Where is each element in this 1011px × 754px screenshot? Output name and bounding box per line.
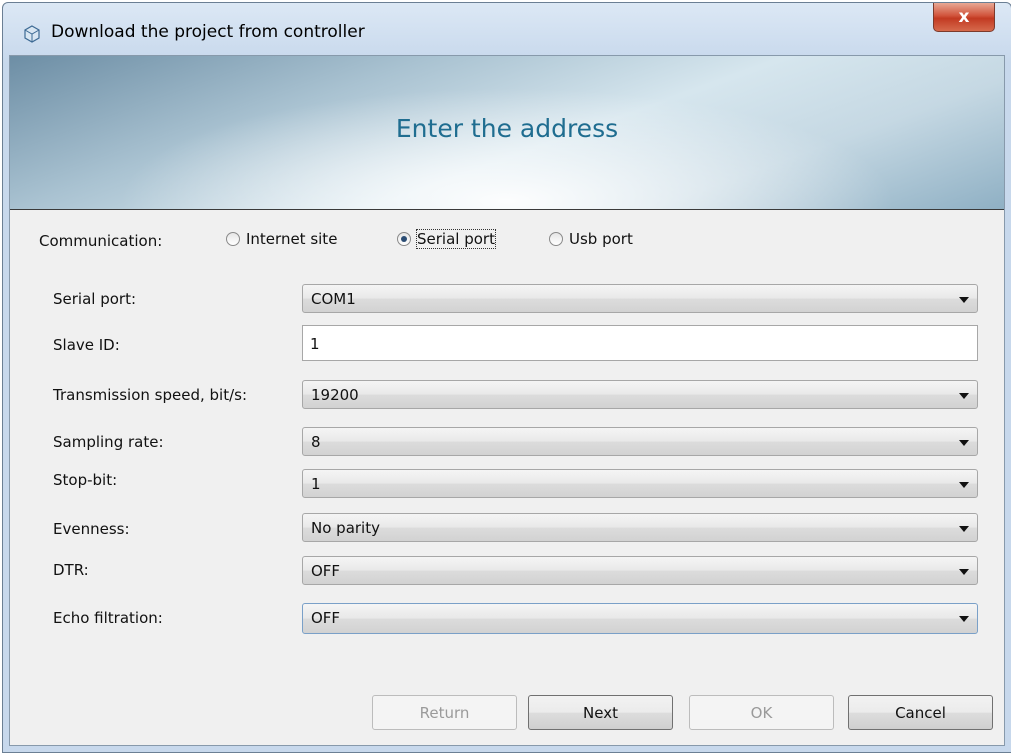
sampling-rate-select[interactable]: 8 bbox=[302, 427, 978, 456]
radio-usb-port[interactable]: Usb port bbox=[549, 230, 633, 248]
chevron-down-icon bbox=[959, 440, 969, 446]
dtr-value: OFF bbox=[311, 562, 341, 580]
radio-usb-port-label: Usb port bbox=[569, 230, 633, 248]
chevron-down-icon bbox=[959, 393, 969, 399]
evenness-label: Evenness: bbox=[53, 520, 130, 538]
next-button[interactable]: Next bbox=[528, 695, 673, 730]
ok-button[interactable]: OK bbox=[689, 695, 834, 730]
echo-filtration-label: Echo filtration: bbox=[53, 609, 163, 627]
dialog-content: Enter the address Communication: Interne… bbox=[9, 55, 1005, 746]
echo-filtration-value: OFF bbox=[311, 609, 341, 627]
evenness-value: No parity bbox=[311, 519, 380, 537]
title-bar[interactable]: Download the project from controller x bbox=[3, 3, 1011, 55]
header-banner: Enter the address bbox=[10, 56, 1004, 210]
dtr-label: DTR: bbox=[53, 561, 89, 579]
slave-id-value: 1 bbox=[310, 335, 320, 353]
radio-serial-port-label: Serial port bbox=[416, 229, 496, 249]
evenness-select[interactable]: No parity bbox=[302, 513, 978, 542]
slave-id-label: Slave ID: bbox=[53, 336, 120, 354]
dtr-select[interactable]: OFF bbox=[302, 556, 978, 585]
chevron-down-icon bbox=[959, 482, 969, 488]
radio-internet-site[interactable]: Internet site bbox=[226, 230, 337, 248]
chevron-down-icon bbox=[959, 526, 969, 532]
stop-bit-value: 1 bbox=[311, 475, 321, 493]
serial-port-value: COM1 bbox=[311, 290, 356, 308]
return-button[interactable]: Return bbox=[372, 695, 517, 730]
transmission-speed-label: Transmission speed, bit/s: bbox=[53, 386, 248, 404]
transmission-speed-select[interactable]: 19200 bbox=[302, 380, 978, 409]
sampling-rate-label: Sampling rate: bbox=[53, 433, 164, 451]
slave-id-input[interactable]: 1 bbox=[302, 325, 978, 361]
communication-row: Communication: Internet site Serial port… bbox=[10, 229, 1004, 256]
window-title: Download the project from controller bbox=[51, 22, 365, 42]
communication-label: Communication: bbox=[39, 232, 163, 250]
app-cube-icon bbox=[24, 25, 40, 43]
dialog-window: Download the project from controller x E… bbox=[2, 2, 1011, 753]
radio-internet-site-indicator[interactable] bbox=[226, 232, 240, 246]
close-button[interactable]: x bbox=[933, 3, 995, 32]
serial-port-select[interactable]: COM1 bbox=[302, 284, 978, 313]
radio-serial-port-indicator[interactable] bbox=[397, 232, 411, 246]
stop-bit-select[interactable]: 1 bbox=[302, 469, 978, 498]
chevron-down-icon bbox=[959, 297, 969, 303]
chevron-down-icon bbox=[959, 616, 969, 622]
radio-usb-port-indicator[interactable] bbox=[549, 232, 563, 246]
stop-bit-label: Stop-bit: bbox=[53, 471, 118, 489]
serial-port-label: Serial port: bbox=[53, 290, 137, 308]
radio-internet-site-label: Internet site bbox=[246, 230, 338, 248]
echo-filtration-select[interactable]: OFF bbox=[302, 603, 978, 634]
transmission-speed-value: 19200 bbox=[311, 386, 359, 404]
close-icon: x bbox=[958, 7, 970, 27]
sampling-rate-value: 8 bbox=[311, 433, 321, 451]
banner-title: Enter the address bbox=[395, 114, 619, 143]
chevron-down-icon bbox=[959, 569, 969, 575]
radio-serial-port[interactable]: Serial port bbox=[397, 229, 496, 249]
cancel-button[interactable]: Cancel bbox=[848, 695, 993, 730]
